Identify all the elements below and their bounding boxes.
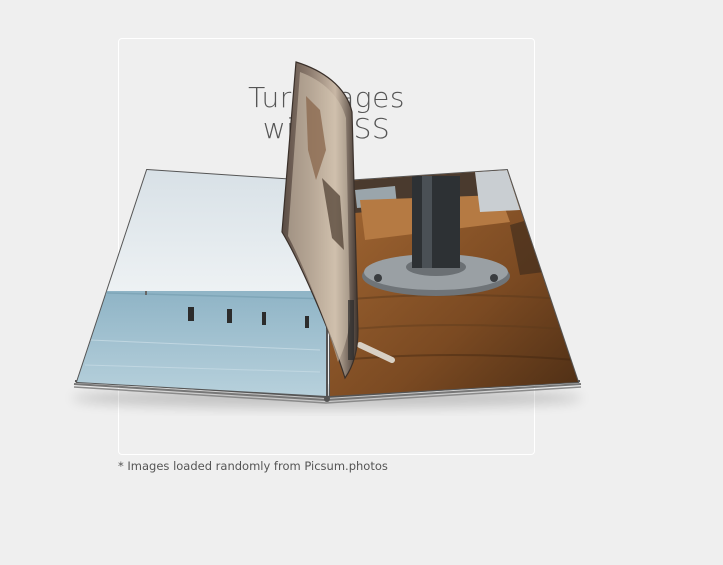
right-page[interactable] (325, 165, 585, 405)
page-flip-book[interactable] (0, 0, 723, 565)
spine-bottom (324, 396, 330, 402)
picsum-footnote: * Images loaded randomly from Picsum.pho… (118, 459, 388, 473)
